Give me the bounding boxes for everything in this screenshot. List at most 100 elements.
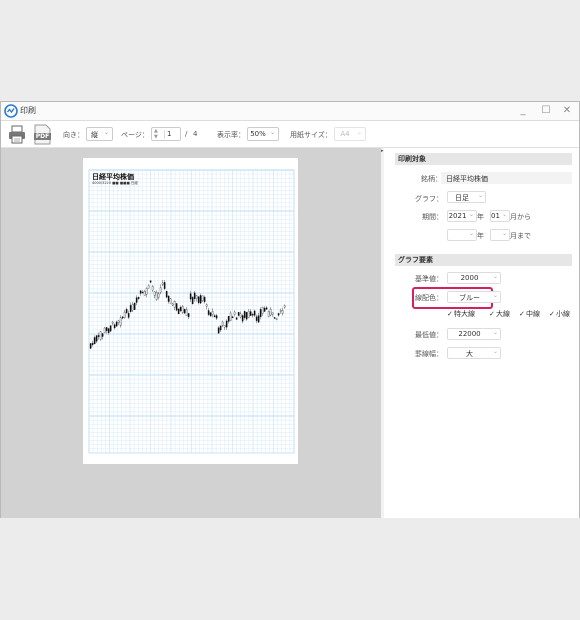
from-month-select[interactable]: 01 ⌄ xyxy=(490,210,510,222)
candle-body xyxy=(219,325,222,331)
candle-body xyxy=(277,313,280,316)
print-preview-area[interactable]: 日経平均株価 4000/3220 ■■ ■■■ 日経 xyxy=(1,148,381,518)
candle-body xyxy=(229,312,232,321)
candle-body xyxy=(165,290,168,298)
chevron-down-icon: ⌄ xyxy=(492,348,498,355)
candle-body xyxy=(149,280,152,283)
checkbox-label: 中線 xyxy=(526,310,540,318)
candle-body xyxy=(223,325,226,328)
chevron-down-icon: ⌄ xyxy=(468,211,474,218)
print-target-header: 印刷対象 xyxy=(395,153,572,165)
page-stepper[interactable]: ▲ ▼ 1 xyxy=(151,127,181,141)
checkbox-label: 小線 xyxy=(556,310,570,318)
candle-body xyxy=(175,303,178,311)
candle-body xyxy=(121,316,124,319)
candle-body xyxy=(225,320,228,328)
chevron-down-icon: ⌄ xyxy=(492,273,498,280)
chevron-down-icon: ⌄ xyxy=(468,230,474,237)
candle-body xyxy=(281,310,284,314)
chevron-down-icon: ⌄ xyxy=(477,192,483,199)
min-value: 22000 xyxy=(458,330,481,338)
pdf-label: PDF xyxy=(35,133,50,140)
candle-body xyxy=(119,317,122,326)
from-year-value: 2021 xyxy=(448,212,467,220)
candle-body xyxy=(93,337,96,345)
candle-body xyxy=(167,295,170,302)
candle-body xyxy=(133,302,136,310)
from-year-select[interactable]: 2021 ⌄ xyxy=(447,210,477,222)
title-bar: 印刷 _ ☐ ✕ xyxy=(1,102,579,121)
graph-type-select[interactable]: 日足 ⌄ xyxy=(447,191,486,203)
paper-size-label: 用紙サイズ： xyxy=(290,131,332,139)
candle-body xyxy=(177,308,180,315)
candle-body xyxy=(247,310,250,318)
candle-body xyxy=(205,304,208,307)
candle-body xyxy=(99,331,102,340)
candle-body xyxy=(279,310,282,312)
candle-body xyxy=(267,311,270,317)
line-color-select[interactable]: ブルー ⌄ xyxy=(447,291,501,303)
candle-body xyxy=(251,314,254,316)
candle-body xyxy=(221,321,224,326)
chevron-down-icon: ⌄ xyxy=(356,129,362,136)
candle-body xyxy=(155,292,158,300)
pdf-export-button[interactable]: PDF xyxy=(34,124,51,145)
candle-body xyxy=(101,333,104,337)
candle-body xyxy=(265,307,268,310)
candle-body xyxy=(235,317,238,320)
to-suffix: 月まで xyxy=(510,232,531,240)
candle-body xyxy=(217,327,220,334)
candle-body xyxy=(157,293,160,298)
candle-body xyxy=(269,308,272,316)
symbol-field: 日経平均株価 xyxy=(441,172,572,184)
candle-body xyxy=(127,313,130,318)
candle-body xyxy=(135,297,138,303)
close-button[interactable]: ✕ xyxy=(559,103,575,119)
candle-body xyxy=(195,295,198,299)
zoom-select[interactable]: 50% ⌄ xyxy=(247,127,279,141)
candle-body xyxy=(207,310,210,315)
checkbox-medium-line[interactable]: ✓中線 xyxy=(519,309,540,319)
chart-subtitle: 4000/3220 ■■ ■■■ 日経 xyxy=(92,181,138,185)
checkbox-small-line[interactable]: ✓小線 xyxy=(549,309,570,319)
checkmark-icon: ✓ xyxy=(519,310,525,318)
stepper-down-icon[interactable]: ▼ xyxy=(154,134,158,140)
to-year-select[interactable]: ⌄ xyxy=(447,229,477,241)
checkbox-extra-large-line[interactable]: ✓特大線 xyxy=(447,309,475,319)
candle-body xyxy=(95,335,98,342)
candle-body xyxy=(111,321,114,324)
min-value-label: 最低値： xyxy=(415,331,443,339)
printer-icon[interactable] xyxy=(8,125,26,144)
candle-body xyxy=(209,312,212,317)
paper-size-select[interactable]: A4 ⌄ xyxy=(334,127,366,141)
chevron-down-icon: ⌄ xyxy=(492,292,498,299)
candle-body xyxy=(125,309,128,313)
candle-body xyxy=(185,309,188,316)
orientation-select[interactable]: 縦 ⌄ xyxy=(86,127,113,141)
ruled-line-width-select[interactable]: 大 ⌄ xyxy=(447,347,501,359)
candle-body xyxy=(107,328,110,334)
candle-body xyxy=(153,291,156,296)
symbol-label: 銘柄： xyxy=(421,175,442,183)
checkbox-large-line[interactable]: ✓大線 xyxy=(489,309,510,319)
candle-body xyxy=(233,311,236,315)
base-value-select[interactable]: 2000 ⌄ xyxy=(447,272,501,284)
minimize-button[interactable]: _ xyxy=(515,103,531,119)
chevron-down-icon: ⌄ xyxy=(492,329,498,336)
candle-body xyxy=(169,298,172,304)
page-current: 1 xyxy=(167,130,172,138)
min-value-select[interactable]: 22000 ⌄ xyxy=(447,328,501,340)
chevron-down-icon: ⌄ xyxy=(269,129,275,136)
settings-panel: 印刷対象 銘柄： 日経平均株価 グラフ： 日足 ⌄ 期間： 2021 ⌄ 年 0… xyxy=(384,148,579,518)
candle-body xyxy=(257,315,260,323)
candle-body xyxy=(243,311,246,318)
orientation-label: 向き： xyxy=(63,131,84,139)
to-month-select[interactable]: ⌄ xyxy=(490,229,510,241)
candle-body xyxy=(239,313,242,318)
maximize-button[interactable]: ☐ xyxy=(538,103,554,119)
candlestick-series xyxy=(89,280,286,350)
candle-body xyxy=(129,305,132,312)
candle-body xyxy=(145,288,148,295)
candle-body xyxy=(201,295,204,301)
period-label: 期間： xyxy=(422,213,443,221)
